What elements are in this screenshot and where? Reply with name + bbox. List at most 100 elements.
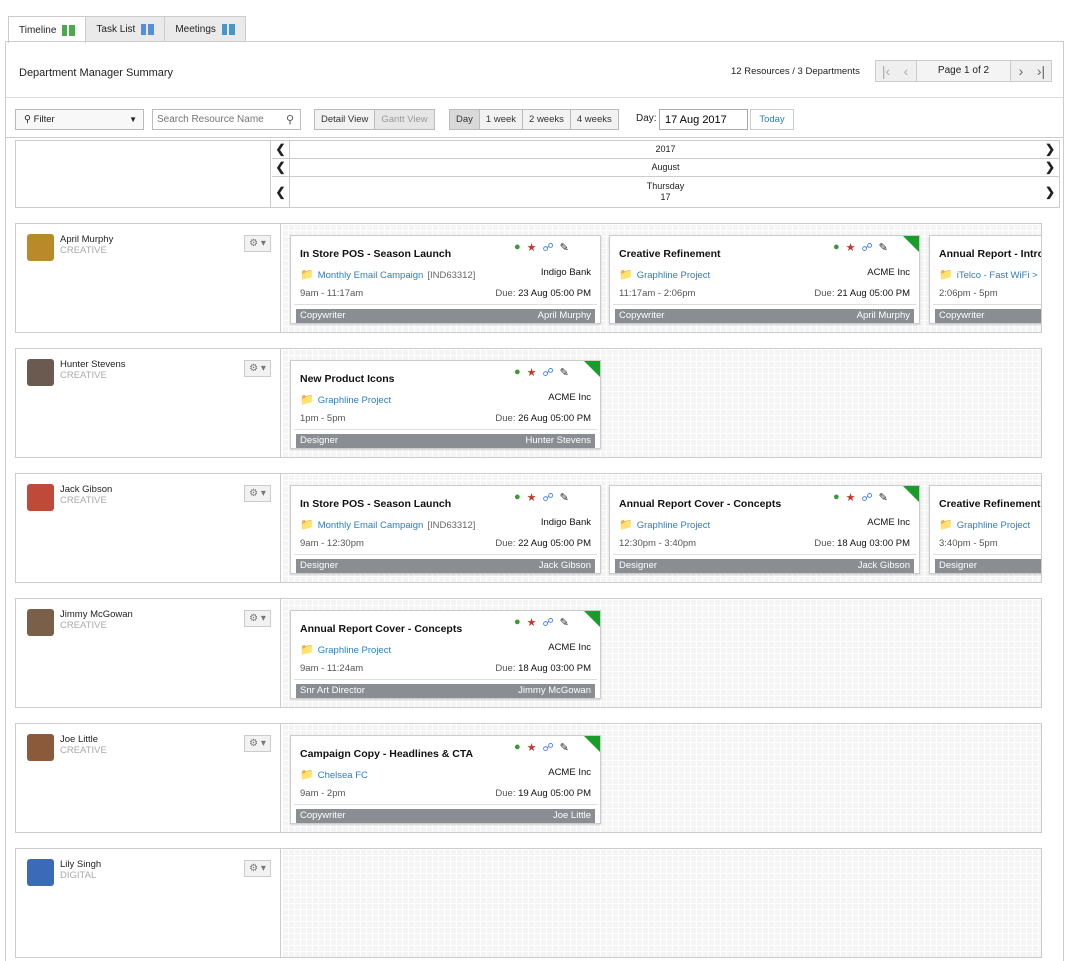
page-title: Department Manager Summary — [19, 67, 174, 79]
avatar[interactable] — [27, 484, 54, 511]
gear-icon[interactable]: ⚙ ▾ — [244, 235, 271, 252]
project-link[interactable]: 📁 Graphline Project — [619, 268, 710, 281]
task-card[interactable]: New Product Icons ● ★ ☍ ✎ 📁 Graphline Project A… — [290, 360, 601, 449]
resource-name[interactable]: Hunter Stevens — [60, 359, 125, 370]
link-icon[interactable]: ☍ — [543, 241, 554, 254]
task-card[interactable]: In Store POS - Season Launch ● ★ ☍ ✎ 📁 Monthly… — [290, 235, 601, 324]
project-link[interactable]: 📁 Graphline Project — [619, 518, 710, 531]
resource-name[interactable]: Lily Singh — [60, 859, 101, 870]
task-card[interactable]: Annual Report Cover - Concepts ● ★ ☍ ✎ 📁 Graph… — [609, 485, 920, 574]
assign-users-icon[interactable]: ● — [514, 241, 521, 254]
edit-icon[interactable]: ✎ — [560, 366, 569, 379]
assign-users-icon[interactable]: ● — [514, 366, 521, 379]
task-title[interactable]: In Store POS - Season Launch — [300, 498, 451, 510]
tag-icon[interactable]: ★ — [527, 741, 537, 754]
next-page-icon[interactable]: › — [1011, 63, 1031, 79]
prev-day-icon[interactable]: ❮ — [272, 177, 290, 207]
assign-users-icon[interactable]: ● — [514, 491, 521, 504]
assign-users-icon[interactable]: ● — [833, 241, 840, 254]
avatar[interactable] — [27, 359, 54, 386]
search-input[interactable] — [152, 109, 301, 130]
project-link[interactable]: 📁 Graphline Project — [939, 518, 1030, 531]
assign-users-icon[interactable]: ● — [514, 616, 521, 629]
link-icon[interactable]: ☍ — [543, 491, 554, 504]
tag-icon[interactable]: ★ — [846, 491, 856, 504]
avatar[interactable] — [27, 734, 54, 761]
tag-icon[interactable]: ★ — [527, 491, 537, 504]
edit-icon[interactable]: ✎ — [879, 491, 888, 504]
task-card[interactable]: Annual Report Cover - Concepts ● ★ ☍ ✎ 📁 Graph… — [290, 610, 601, 699]
day-button[interactable]: Day — [449, 109, 480, 130]
pager: |‹ ‹ Page 1 of 2 › ›| — [875, 60, 1052, 82]
one-week-button[interactable]: 1 week — [478, 109, 524, 130]
next-year-icon[interactable]: ❯ — [1041, 141, 1059, 158]
prev-page-icon[interactable]: ‹ — [896, 63, 916, 79]
project-link[interactable]: 📁 Monthly Email Campaign [IND63312] — [300, 268, 475, 281]
prev-month-icon[interactable]: ❮ — [272, 159, 290, 176]
task-title[interactable]: Creative Refinement — [619, 248, 721, 260]
today-button[interactable]: Today — [750, 109, 794, 130]
search-icon[interactable]: ⚲ — [286, 113, 294, 126]
tab-meetings[interactable]: Meetings — [164, 16, 246, 42]
project-link[interactable]: 📁 Graphline Project — [300, 643, 391, 656]
link-icon[interactable]: ☍ — [862, 241, 873, 254]
avatar[interactable] — [27, 859, 54, 886]
project-link[interactable]: 📁 Chelsea FC — [300, 768, 368, 781]
edit-icon[interactable]: ✎ — [560, 241, 569, 254]
next-month-icon[interactable]: ❯ — [1041, 159, 1059, 176]
avatar[interactable] — [27, 234, 54, 261]
task-card[interactable]: Campaign Copy - Headlines & CTA ● ★ ☍ ✎ 📁 Chel… — [290, 735, 601, 824]
project-link[interactable]: 📁 Graphline Project — [300, 393, 391, 406]
four-weeks-button[interactable]: 4 weeks — [569, 109, 619, 130]
tag-icon[interactable]: ★ — [527, 616, 537, 629]
task-card[interactable]: Annual Report - Intro●★☍✎📁iTelco - Fast … — [929, 235, 1041, 324]
tag-icon[interactable]: ★ — [527, 366, 537, 379]
gear-icon[interactable]: ⚙ ▾ — [244, 360, 271, 377]
tag-icon[interactable]: ★ — [846, 241, 856, 254]
task-title[interactable]: Annual Report Cover - Concepts — [619, 498, 781, 510]
task-title[interactable]: Annual Report Cover - Concepts — [300, 623, 462, 635]
gear-icon[interactable]: ⚙ ▾ — [244, 860, 271, 877]
tab-timeline[interactable]: Timeline — [8, 16, 87, 43]
task-actions: ● ★ ☍ ✎ — [833, 491, 888, 504]
task-title[interactable]: Annual Report - Intro — [939, 248, 1041, 260]
first-page-icon[interactable]: |‹ — [876, 63, 896, 79]
tab-task-list[interactable]: Task List — [85, 16, 166, 42]
task-card[interactable]: In Store POS - Season Launch ● ★ ☍ ✎ 📁 Monthly… — [290, 485, 601, 574]
link-icon[interactable]: ☍ — [862, 491, 873, 504]
task-title[interactable]: In Store POS - Season Launch — [300, 248, 451, 260]
two-weeks-button[interactable]: 2 weeks — [522, 109, 571, 130]
task-card[interactable]: Creative Refinement ● ★ ☍ ✎ 📁Graphline Projec… — [609, 235, 920, 324]
avatar[interactable] — [27, 609, 54, 636]
edit-icon[interactable]: ✎ — [560, 741, 569, 754]
next-day-icon[interactable]: ❯ — [1041, 177, 1059, 207]
filter-dropdown[interactable]: ⚲ Filter ▼ — [15, 109, 144, 130]
tag-icon[interactable]: ★ — [527, 241, 537, 254]
resource-name[interactable]: Jack Gibson — [60, 484, 112, 495]
task-title[interactable]: Campaign Copy - Headlines & CTA — [300, 748, 473, 760]
gear-icon[interactable]: ⚙ ▾ — [244, 610, 271, 627]
prev-year-icon[interactable]: ❮ — [272, 141, 290, 158]
link-icon[interactable]: ☍ — [543, 366, 554, 379]
resource-name[interactable]: Jimmy McGowan — [60, 609, 133, 620]
link-icon[interactable]: ☍ — [543, 741, 554, 754]
date-input[interactable] — [659, 109, 748, 130]
assign-users-icon[interactable]: ● — [833, 491, 840, 504]
gantt-view-button[interactable]: Gantt View — [374, 109, 435, 130]
edit-icon[interactable]: ✎ — [560, 616, 569, 629]
link-icon[interactable]: ☍ — [543, 616, 554, 629]
task-title[interactable]: New Product Icons — [300, 373, 395, 385]
gear-icon[interactable]: ⚙ ▾ — [244, 485, 271, 502]
task-title[interactable]: Creative Refinement — [939, 498, 1041, 510]
assign-users-icon[interactable]: ● — [514, 741, 521, 754]
gear-icon[interactable]: ⚙ ▾ — [244, 735, 271, 752]
edit-icon[interactable]: ✎ — [879, 241, 888, 254]
edit-icon[interactable]: ✎ — [560, 491, 569, 504]
task-card[interactable]: Creative Refinement●★☍✎📁Graphline Projec… — [929, 485, 1041, 574]
project-link[interactable]: 📁 iTelco - Fast WiFi > — [939, 268, 1038, 281]
resource-name[interactable]: Joe Little — [60, 734, 98, 745]
resource-name[interactable]: April Murphy — [60, 234, 113, 245]
project-link[interactable]: 📁 Monthly Email Campaign [IND63312] — [300, 518, 475, 531]
last-page-icon[interactable]: ›| — [1031, 63, 1051, 79]
detail-view-button[interactable]: Detail View — [314, 109, 376, 130]
